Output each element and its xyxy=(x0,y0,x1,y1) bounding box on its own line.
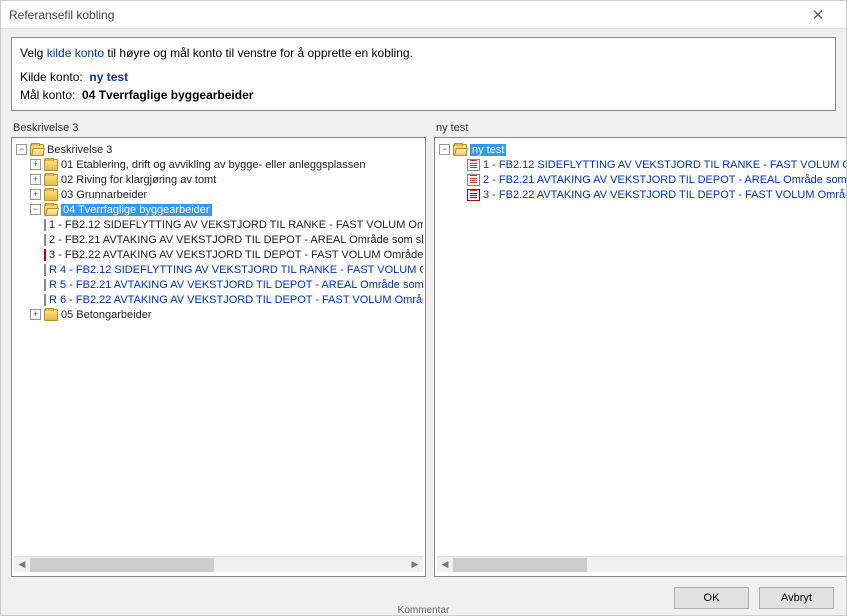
ok-button[interactable]: OK xyxy=(674,587,749,609)
tree-node-02[interactable]: + 02 Riving for klargjøring av tomt xyxy=(14,172,423,187)
expand-icon[interactable]: + xyxy=(30,309,41,320)
info-panel: Velg kilde konto til høyre og mål konto … xyxy=(11,37,836,111)
collapse-icon[interactable]: − xyxy=(439,144,450,155)
scroll-thumb[interactable] xyxy=(30,558,214,572)
folder-open-icon xyxy=(30,144,44,156)
bottom-hint: Kommentar xyxy=(398,605,450,616)
collapse-icon[interactable]: − xyxy=(16,144,27,155)
collapse-icon[interactable]: − xyxy=(30,204,41,215)
panes-container: Beskrivelse 3 − Beskrivelse 3 + 01 Etabl… xyxy=(1,119,846,581)
scroll-left-icon[interactable]: ◀ xyxy=(437,558,453,572)
info-line-1: Velg kilde konto til høyre og mål konto … xyxy=(20,44,827,62)
left-pane: Beskrivelse 3 − Beskrivelse 3 + 01 Etabl… xyxy=(11,119,426,577)
target-account-value: 04 Tverrfaglige byggearbeider xyxy=(82,88,253,102)
close-button[interactable]: ✕ xyxy=(798,2,838,28)
folder-open-icon xyxy=(44,204,58,216)
tree-node-01[interactable]: + 01 Etablering, drift og avvikling av b… xyxy=(14,157,423,172)
info-source-row: Kilde konto: ny test xyxy=(20,68,827,86)
tree-item[interactable]: 2 - FB2.21 AVTAKING AV VEKSTJORD TIL DEP… xyxy=(14,232,423,247)
document-icon xyxy=(467,159,480,171)
window-title: Referansefil kobling xyxy=(9,8,114,22)
document-red-icon xyxy=(44,249,46,261)
titlebar: Referansefil kobling ✕ xyxy=(1,1,846,29)
tree-item[interactable]: 1 - FB2.12 SIDEFLYTTING AV VEKSTJORD TIL… xyxy=(14,217,423,232)
tree-item-ref[interactable]: R 6 - FB2.22 AVTAKING AV VEKSTJORD TIL D… xyxy=(14,292,423,307)
tree-root-selected[interactable]: − ny test xyxy=(437,142,846,157)
document-red-icon xyxy=(467,189,480,201)
tree-item-ref[interactable]: R 5 - FB2.21 AVTAKING AV VEKSTJORD TIL D… xyxy=(14,277,423,292)
expand-icon[interactable]: + xyxy=(30,159,41,170)
tree-item-ref[interactable]: R 4 - FB2.12 SIDEFLYTTING AV VEKSTJORD T… xyxy=(14,262,423,277)
expand-icon[interactable]: + xyxy=(30,189,41,200)
folder-icon xyxy=(44,159,58,171)
scroll-left-icon[interactable]: ◀ xyxy=(14,558,30,572)
horizontal-scrollbar[interactable]: ◀ ▶ xyxy=(437,556,846,572)
scroll-thumb[interactable] xyxy=(453,558,587,572)
horizontal-scrollbar[interactable]: ◀ ▶ xyxy=(14,556,423,572)
document-icon xyxy=(44,294,46,306)
tree-node-04-selected[interactable]: − 04 Tverrfaglige byggearbeider xyxy=(14,202,423,217)
document-icon xyxy=(44,264,46,276)
folder-icon xyxy=(44,174,58,186)
left-pane-label: Beskrivelse 3 xyxy=(11,119,426,137)
tree-item[interactable]: 3 - FB2.22 AVTAKING AV VEKSTJORD TIL DEP… xyxy=(14,247,423,262)
right-tree[interactable]: − ny test 1 - FB2.12 SIDEFLYTTING AV VEK… xyxy=(434,137,846,577)
tree-root[interactable]: − Beskrivelse 3 xyxy=(14,142,423,157)
tree-item[interactable]: 3 - FB2.22 AVTAKING AV VEKSTJORD TIL DEP… xyxy=(437,187,846,202)
link-kilde-konto[interactable]: kilde konto xyxy=(47,46,104,60)
right-pane: ny test − ny test 1 - FB2.12 SIDEFLYTTIN… xyxy=(434,119,846,577)
folder-open-icon xyxy=(453,144,467,156)
tree-node-05[interactable]: + 05 Betongarbeider xyxy=(14,307,423,322)
source-account-value: ny test xyxy=(89,70,128,84)
left-tree[interactable]: − Beskrivelse 3 + 01 Etablering, drift o… xyxy=(11,137,426,577)
dialog-window: Referansefil kobling ✕ Velg kilde konto … xyxy=(0,0,847,616)
folder-icon xyxy=(44,309,58,321)
info-target-row: Mål konto: 04 Tverrfaglige byggearbeider xyxy=(20,86,827,104)
folder-icon xyxy=(44,189,58,201)
scroll-right-icon[interactable]: ▶ xyxy=(407,558,423,572)
document-icon xyxy=(44,234,46,246)
tree-item[interactable]: 1 - FB2.12 SIDEFLYTTING AV VEKSTJORD TIL… xyxy=(437,157,846,172)
cancel-button[interactable]: Avbryt xyxy=(759,587,834,609)
document-icon xyxy=(44,219,46,231)
tree-node-03[interactable]: + 03 Grunnarbeider xyxy=(14,187,423,202)
right-pane-label: ny test xyxy=(434,119,846,137)
document-icon xyxy=(44,279,46,291)
expand-icon[interactable]: + xyxy=(30,174,41,185)
document-icon xyxy=(467,174,480,186)
tree-item[interactable]: 2 - FB2.21 AVTAKING AV VEKSTJORD TIL DEP… xyxy=(437,172,846,187)
close-icon: ✕ xyxy=(812,6,825,24)
